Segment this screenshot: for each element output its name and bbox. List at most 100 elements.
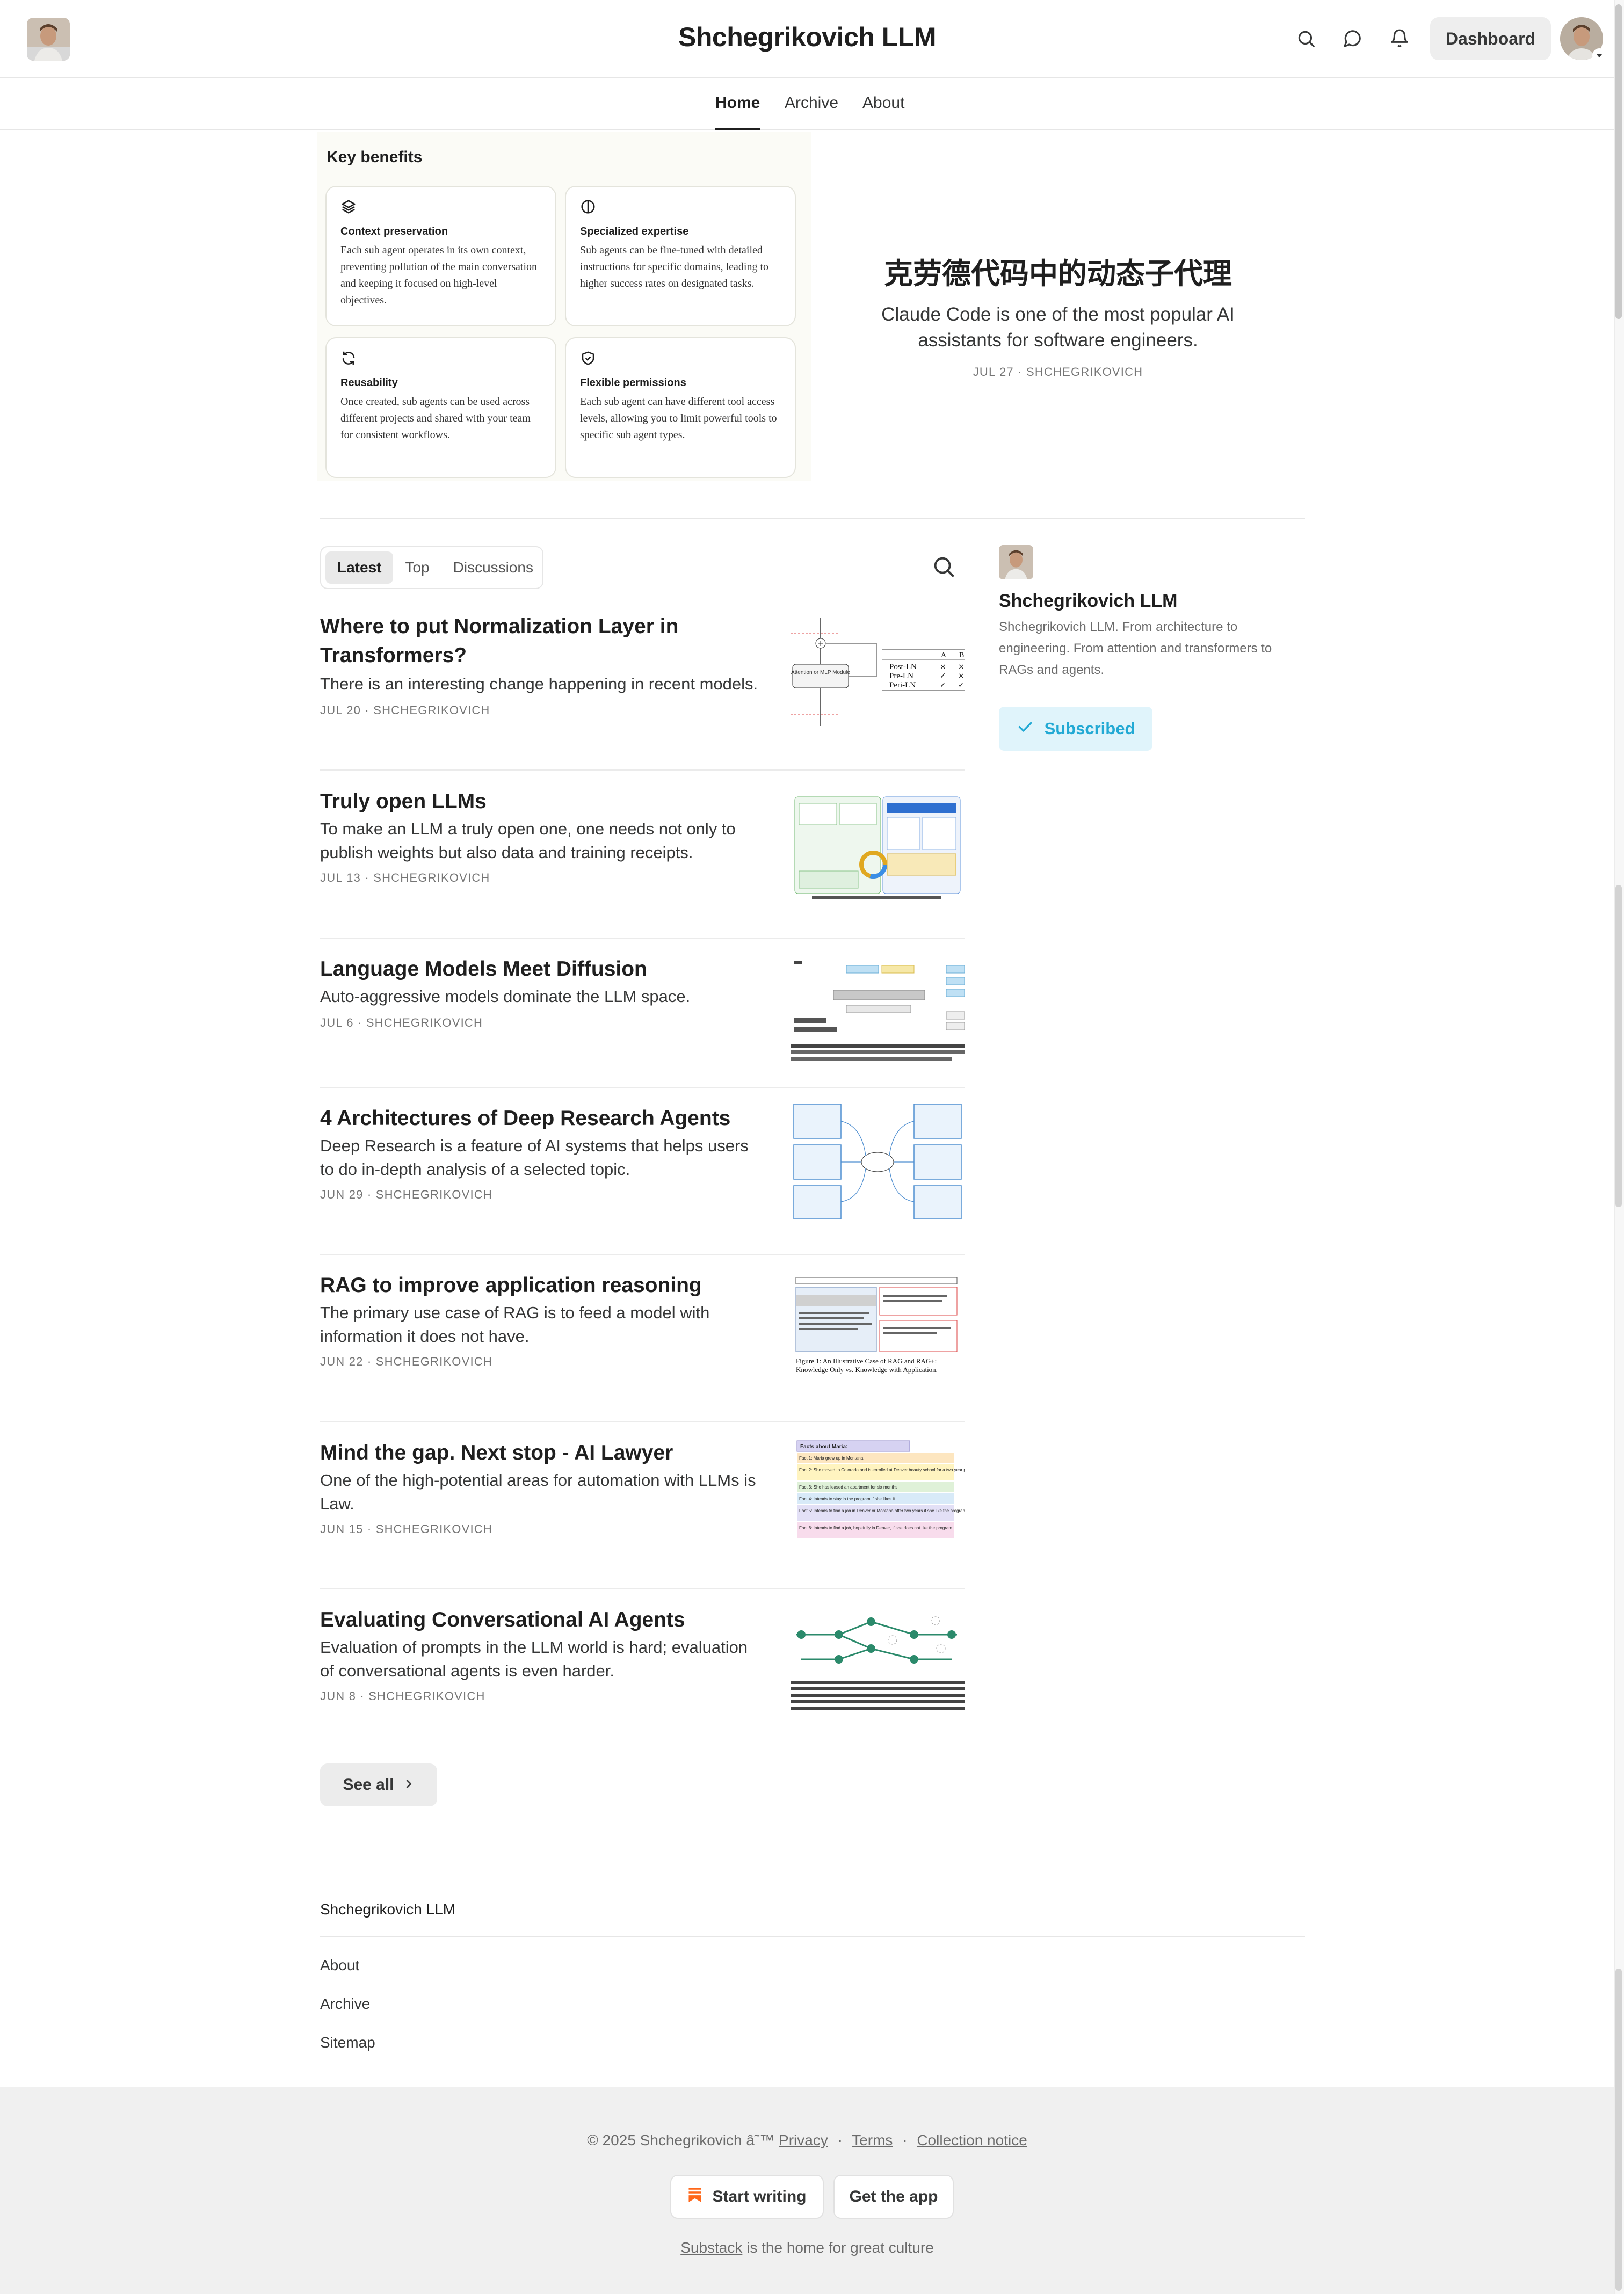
post-item[interactable]: Evaluating Conversational AI Agents Eval… (320, 1606, 965, 1724)
search-icon[interactable] (1289, 21, 1323, 56)
tab-top[interactable]: Top (393, 551, 441, 584)
post-thumbnail[interactable]: Facts about Maria: Fact 1: Maria grew up… (791, 1439, 965, 1553)
featured-post-title[interactable]: 克劳德代码中的动态子代理 (838, 250, 1278, 292)
tab-about[interactable]: About (862, 94, 904, 130)
tab-latest[interactable]: Latest (325, 551, 394, 584)
dashboard-button[interactable]: Dashboard (1430, 17, 1551, 60)
start-writing-button[interactable]: Start writing (670, 2175, 824, 2219)
benefit-body: Once created, sub agents can be used acr… (340, 396, 531, 441)
top-header: Shchegrikovich LLM Dashboard (0, 0, 1614, 78)
post-subtitle: One of the high-potential areas for auto… (320, 1471, 756, 1513)
svg-text:×: × (958, 672, 965, 680)
post-meta: JUL 13 · SHCHEGRIKOVICH (320, 871, 490, 884)
post-thumbnail[interactable] (791, 790, 965, 901)
post-title[interactable]: 4 Architectures of Deep Research Agents (320, 1104, 766, 1133)
thumb-text: Peri-LN (889, 681, 916, 689)
post-item[interactable]: Truly open LLMs To make an LLM a truly o… (320, 787, 965, 905)
caret-down-icon[interactable] (1592, 48, 1606, 62)
thumb-text: Fact 1: Maria grew up in Montana. (799, 1456, 864, 1461)
post-item[interactable]: 4 Architectures of Deep Research Agents … (320, 1104, 965, 1222)
chat-icon[interactable] (1335, 21, 1369, 56)
see-all-button[interactable]: See all (320, 1763, 437, 1806)
post-title[interactable]: Where to put Normalization Layer in Tran… (320, 612, 766, 670)
copyright-line: © 2025 Shchegrikovich â˜™ Privacy · Term… (587, 2132, 1027, 2148)
substack-link[interactable]: Substack (680, 2239, 742, 2256)
get-app-button[interactable]: Get the app (833, 2175, 954, 2219)
shield-check-icon (580, 350, 596, 366)
tab-archive[interactable]: Archive (785, 94, 838, 130)
sidebar-description: Shchegrikovich LLM. From architecture to… (999, 620, 1272, 677)
post-title[interactable]: Evaluating Conversational AI Agents (320, 1606, 766, 1635)
divider (320, 769, 965, 771)
post-title[interactable]: Language Models Meet Diffusion (320, 955, 766, 984)
svg-text:✓: ✓ (940, 672, 946, 680)
benefit-title: Reusability (340, 377, 398, 389)
thumb-text: Attention or MLP Module (791, 670, 850, 676)
benefit-card: Context preservation Each sub agent oper… (325, 186, 556, 326)
post-item[interactable]: Mind the gap. Next stop - AI Lawyer One … (320, 1439, 965, 1557)
nav-bar: Home Archive About (0, 79, 1614, 130)
get-app-label: Get the app (849, 2188, 938, 2205)
post-item[interactable]: Where to put Normalization Layer in Tran… (320, 612, 965, 741)
svg-text:✓: ✓ (940, 681, 946, 689)
benefit-card: Specialized expertise Sub agents can be … (565, 186, 796, 326)
thumb-caption: Figure 1: An Illustrative Case of RAG an… (796, 1357, 938, 1374)
scrollbar-thumb[interactable] (1615, 4, 1622, 319)
publication-logo[interactable] (999, 545, 1033, 579)
post-thumbnail[interactable] (791, 1606, 965, 1720)
terms-link[interactable]: Terms (852, 2132, 893, 2148)
post-item[interactable]: Language Models Meet Diffusion Auto-aggr… (320, 955, 965, 1073)
post-meta: JUN 29 · SHCHEGRIKOVICH (320, 1188, 492, 1201)
scrollbar-thumb[interactable] (1615, 1969, 1622, 2291)
layers-icon (340, 199, 357, 215)
see-all-label: See all (343, 1776, 394, 1794)
benefit-body: Sub agents can be fine-tuned with detail… (580, 244, 769, 289)
post-thumbnail[interactable] (791, 958, 965, 1066)
footer-publication-name[interactable]: Shchegrikovich LLM (320, 1901, 455, 1918)
subscribed-button[interactable]: Subscribed (999, 707, 1152, 751)
publication-title[interactable]: Shchegrikovich LLM (0, 21, 1614, 53)
sidebar-publication-name[interactable]: Shchegrikovich LLM (999, 591, 1178, 612)
post-title[interactable]: Truly open LLMs (320, 787, 766, 816)
featured-post-subtitle: Claude Code is one of the most popular A… (881, 304, 1235, 351)
footer-link-sitemap[interactable]: Sitemap (320, 2034, 375, 2051)
post-title[interactable]: RAG to improve application reasoning (320, 1271, 766, 1300)
post-thumbnail[interactable]: Attention or MLP Module A B Post-LN Pre-… (791, 612, 965, 731)
thumb-text: A (941, 651, 947, 659)
post-subtitle: Deep Research is a feature of AI systems… (320, 1136, 749, 1179)
tagline-text: is the home for great culture (742, 2239, 934, 2256)
thumb-text: Pre-LN (889, 672, 914, 680)
thumb-text: B (959, 651, 964, 659)
thumb-text: Fact 5: Intends to find a job in Denver … (799, 1508, 965, 1513)
collection-notice-link[interactable]: Collection notice (917, 2132, 1027, 2148)
post-meta: JUN 22 · SHCHEGRIKOVICH (320, 1355, 492, 1368)
tab-home[interactable]: Home (715, 94, 760, 130)
footer-link-about[interactable]: About (320, 1957, 359, 1974)
featured-post[interactable]: 克劳德代码中的动态子代理 Claude Code is one of the m… (838, 250, 1278, 379)
scrollbar-thumb[interactable] (1615, 885, 1622, 1207)
search-icon[interactable] (931, 554, 956, 579)
footer-link-archive[interactable]: Archive (320, 1995, 370, 2013)
tab-discussions[interactable]: Discussions (441, 551, 545, 584)
post-title[interactable]: Mind the gap. Next stop - AI Lawyer (320, 1439, 766, 1468)
post-subtitle: There is an interesting change happening… (320, 674, 758, 693)
user-menu[interactable] (1560, 17, 1606, 62)
divider (320, 938, 965, 939)
post-thumbnail[interactable]: Figure 1: An Illustrative Case of RAG an… (791, 1271, 965, 1386)
post-meta: JUL 6 · SHCHEGRIKOVICH (320, 1016, 483, 1029)
check-icon (1017, 718, 1034, 739)
divider (320, 1254, 965, 1255)
divider (320, 518, 1305, 519)
key-benefits-heading: Key benefits (327, 148, 423, 166)
privacy-link[interactable]: Privacy (779, 2132, 828, 2148)
featured-post-image[interactable]: Key benefits Context preservation Each s… (317, 132, 811, 481)
half-circle-icon (580, 199, 596, 215)
chevron-right-icon (403, 1776, 415, 1794)
thumb-text: Facts about Maria: (800, 1444, 847, 1450)
post-thumbnail[interactable] (791, 1104, 965, 1219)
subscribed-label: Subscribed (1044, 719, 1135, 738)
post-subtitle: To make an LLM a truly open one, one nee… (320, 819, 736, 862)
bell-icon[interactable] (1382, 21, 1417, 56)
post-item[interactable]: RAG to improve application reasoning The… (320, 1271, 965, 1389)
refresh-icon (340, 350, 357, 366)
